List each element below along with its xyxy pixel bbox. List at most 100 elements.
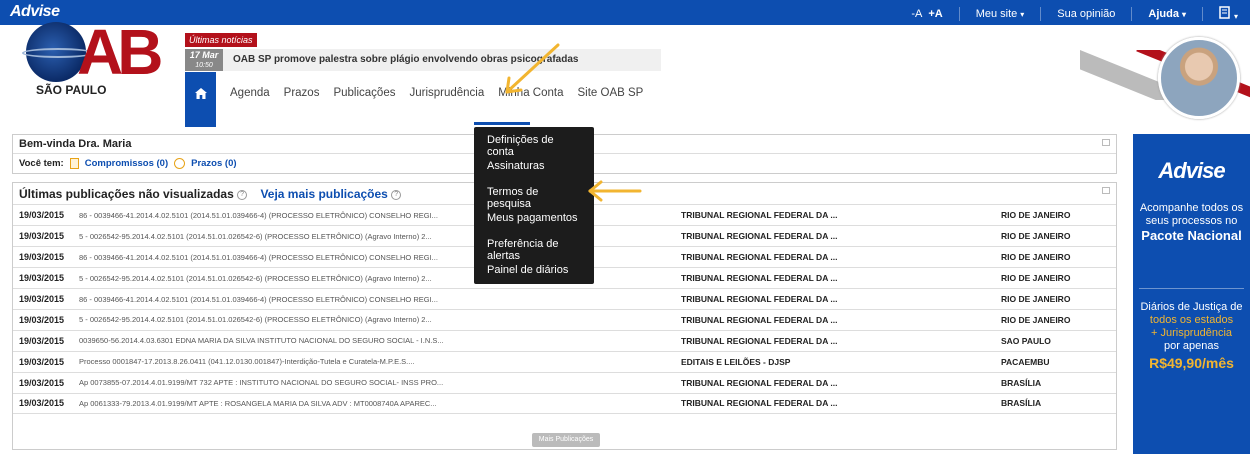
minimize-icon[interactable] xyxy=(1102,139,1110,146)
compromissos-link[interactable]: Compromissos (0) xyxy=(85,158,168,169)
row-city: BRASÍLIA xyxy=(1001,393,1116,415)
sua-opiniao-link[interactable]: Sua opinião xyxy=(1057,8,1115,20)
row-court: TRIBUNAL REGIONAL FEDERAL DA ... xyxy=(681,225,1001,248)
voce-tem-label: Você tem: xyxy=(19,158,64,169)
menu-item-termos[interactable]: Termos de pesquisa xyxy=(474,179,594,210)
row-city: BRASÍLIA xyxy=(1001,372,1116,394)
row-court: TRIBUNAL REGIONAL FEDERAL DA ... xyxy=(681,267,1001,290)
row-court: TRIBUNAL REGIONAL FEDERAL DA ... xyxy=(681,372,1001,394)
top-bar: Advise -A +A Meu site ▾ Sua opinião Ajuda… xyxy=(0,0,1250,25)
active-tab-indicator xyxy=(474,122,530,125)
divider xyxy=(1040,7,1042,21)
news-headline[interactable]: OAB SP promove palestra sobre plágio env… xyxy=(223,49,661,71)
avatar[interactable] xyxy=(1158,37,1240,119)
row-court: TRIBUNAL REGIONAL FEDERAL DA ... xyxy=(681,330,1001,352)
row-city: SAO PAULO xyxy=(1001,330,1116,352)
row-date: 19/03/2015 xyxy=(13,267,73,290)
ad-line3c: + Jurisprudência xyxy=(1150,327,1233,339)
minimize-icon[interactable] xyxy=(1102,187,1110,194)
advise-ad-banner[interactable]: Advise Acompanhe todos os seus processos… xyxy=(1133,134,1250,454)
row-date: 19/03/2015 xyxy=(13,288,73,310)
nav-jurisprudencia[interactable]: Jurisprudência xyxy=(409,87,484,99)
minha-conta-dropdown: Definições de conta Assinaturas Termos d… xyxy=(474,127,594,284)
nav-minha-conta[interactable]: Minha Conta xyxy=(498,87,563,99)
row-city: RIO DE JANEIRO xyxy=(1001,267,1116,290)
news-label: Últimas notícias xyxy=(185,33,257,47)
table-row[interactable]: 19/03/2015 Ap 0061333-79.2013.4.01.9199/M… xyxy=(13,393,1116,415)
oab-sp-logo[interactable]: AB SÃO PAULO xyxy=(22,16,163,98)
row-court: TRIBUNAL REGIONAL FEDERAL DA ... xyxy=(681,246,1001,269)
calendar-icon xyxy=(69,158,79,169)
clock-icon xyxy=(174,158,186,169)
divider xyxy=(1131,7,1133,21)
nav-site-oab-sp[interactable]: Site OAB SP xyxy=(577,87,643,99)
help-icon[interactable]: ? xyxy=(391,189,402,200)
ad-line3b: todos os estados xyxy=(1149,314,1234,326)
meu-site-menu[interactable]: Meu site ▾ xyxy=(976,8,1025,20)
table-row[interactable]: 19/03/2015 Processo 0001847-17.2013.8.26.… xyxy=(13,351,1116,373)
news-ticker: Últimas notícias 17 Mar 10:50 OAB SP prom… xyxy=(185,30,661,71)
nav-agenda[interactable]: Agenda xyxy=(230,87,270,99)
news-day: 17 Mar xyxy=(189,50,219,60)
menu-item-definicoes[interactable]: Definições de conta xyxy=(474,127,594,158)
main-nav: Agenda Prazos Publicações Jurisprudência… xyxy=(185,72,643,127)
row-court: TRIBUNAL REGIONAL FEDERAL DA ... xyxy=(681,288,1001,310)
row-city: RIO DE JANEIRO xyxy=(1001,205,1116,227)
row-city: RIO DE JANEIRO xyxy=(1001,246,1116,269)
row-description: 5 - 0026542-95.2014.4.02.5101 (2014.51.0… xyxy=(73,309,681,331)
row-date: 19/03/2015 xyxy=(13,205,73,227)
row-court: TRIBUNAL REGIONAL FEDERAL DA ... xyxy=(681,393,1001,415)
prazos-link[interactable]: Prazos (0) xyxy=(191,158,236,169)
nav-publicacoes[interactable]: Publicações xyxy=(333,87,395,99)
divider xyxy=(1139,288,1244,289)
row-date: 19/03/2015 xyxy=(13,225,73,248)
nav-prazos[interactable]: Prazos xyxy=(284,87,320,99)
row-city: PACAEMBU xyxy=(1001,351,1116,373)
ajuda-label: Ajuda xyxy=(1148,8,1179,20)
publications-title: Últimas publicações não visualizadas xyxy=(19,187,234,201)
meu-site-label: Meu site xyxy=(975,8,1018,20)
table-row[interactable]: 19/03/2015 0039650-56.2014.4.03.6301 EDNA… xyxy=(13,330,1116,352)
more-publications-link[interactable]: Veja mais publicações xyxy=(260,187,387,201)
row-date: 19/03/2015 xyxy=(13,246,73,269)
advise-logo[interactable]: Advise xyxy=(10,3,60,21)
news-time: 10:50 xyxy=(195,62,213,69)
row-date: 19/03/2015 xyxy=(13,309,73,331)
row-city: RIO DE JANEIRO xyxy=(1001,225,1116,248)
table-row[interactable]: 19/03/2015 Ap 0073855-07.2014.4.01.9199/M… xyxy=(13,372,1116,394)
menu-item-alertas[interactable]: Preferência de alertas xyxy=(474,231,594,262)
row-court: TRIBUNAL REGIONAL FEDERAL DA ... xyxy=(681,309,1001,331)
ad-price: R$49,90/mês xyxy=(1149,355,1234,371)
row-court: TRIBUNAL REGIONAL FEDERAL DA ... xyxy=(681,205,1001,227)
row-description: 86 - 0039466-41.2014.4.02.5101 (2014.51.… xyxy=(73,288,681,310)
row-description: Ap 0061333-79.2013.4.01.9199/MT APTE : R… xyxy=(73,393,681,415)
row-date: 19/03/2015 xyxy=(13,351,73,373)
news-date: 17 Mar 10:50 xyxy=(185,49,223,71)
user-menu-button[interactable]: ▾ xyxy=(1219,6,1238,22)
mais-publicacoes-button[interactable]: Mais Publicações xyxy=(532,433,600,447)
row-description: Ap 0073855-07.2014.4.01.9199/MT 732 APTE… xyxy=(73,372,681,394)
ad-line3a: Diários de Justiça de xyxy=(1140,301,1243,313)
home-button[interactable] xyxy=(185,72,216,127)
ad-brand: Advise xyxy=(1158,158,1225,183)
document-icon xyxy=(1219,6,1230,19)
chevron-down-icon: ▾ xyxy=(1181,10,1186,19)
table-row[interactable]: 19/03/2015 5 - 0026542-95.2014.4.02.5101 … xyxy=(13,309,1116,331)
row-date: 19/03/2015 xyxy=(13,372,73,394)
font-increase-button[interactable]: +A xyxy=(928,8,942,20)
ajuda-menu[interactable]: Ajuda ▾ xyxy=(1148,8,1186,20)
table-row[interactable]: 19/03/2015 86 - 0039466-41.2014.4.02.5101… xyxy=(13,288,1116,310)
row-date: 19/03/2015 xyxy=(13,393,73,415)
oab-city: SÃO PAULO xyxy=(36,83,107,97)
row-city: RIO DE JANEIRO xyxy=(1001,288,1116,310)
ad-line3d: por apenas xyxy=(1163,340,1220,352)
help-icon[interactable]: ? xyxy=(237,189,248,200)
oab-letters: AB xyxy=(77,16,163,88)
home-icon xyxy=(194,88,207,99)
row-city: RIO DE JANEIRO xyxy=(1001,309,1116,331)
font-decrease-button[interactable]: -A xyxy=(911,8,922,20)
row-date: 19/03/2015 xyxy=(13,330,73,352)
chevron-down-icon: ▾ xyxy=(1233,12,1238,21)
divider xyxy=(1201,7,1203,21)
chevron-down-icon: ▾ xyxy=(1020,10,1025,19)
